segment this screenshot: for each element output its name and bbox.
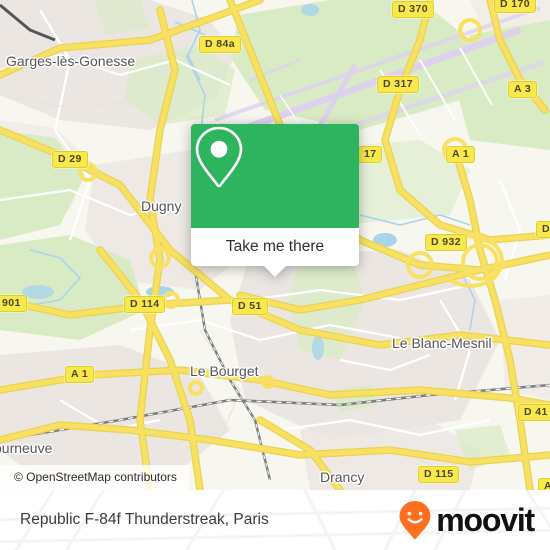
road-shield: D 41 xyxy=(518,404,550,421)
place-label: Dugny xyxy=(141,198,182,214)
place-label: Drancy xyxy=(320,469,365,485)
place-label: Le Bourget xyxy=(190,363,259,379)
road-shield: D 317 xyxy=(377,76,420,93)
road-shield: D 370 xyxy=(392,1,435,18)
road-shield: D 114 xyxy=(124,296,166,313)
road-shield: 17 xyxy=(358,146,383,163)
location-popup-card[interactable]: Take me there xyxy=(191,124,359,277)
place-label: ourneuve xyxy=(0,440,53,456)
popup-card-header xyxy=(191,124,359,228)
road-shield: D 84a xyxy=(199,36,242,53)
page-footer: Republic F-84f Thunderstreak, Paris moov… xyxy=(0,490,550,550)
place-label: Garges-lès-Gonesse xyxy=(6,53,136,69)
road-shield: D 29 xyxy=(52,151,88,168)
moovit-map-screen: Garges-lès-Gonesse Dugny Le Bourget Le B… xyxy=(0,0,550,550)
take-me-there-label: Take me there xyxy=(225,238,325,255)
moovit-pin-icon xyxy=(399,501,431,539)
road-shield: 901 xyxy=(0,295,27,312)
moovit-logo[interactable]: moovit xyxy=(398,500,535,540)
page-title: Republic F-84f Thunderstreak, Paris xyxy=(20,511,269,528)
road-shield: D 9 xyxy=(536,221,550,238)
road-shield: D 932 xyxy=(425,234,468,251)
road-shield: A 1 xyxy=(65,366,95,383)
road-shield: D 51 xyxy=(232,298,268,315)
road-shield: A 3 xyxy=(538,478,550,490)
place-label: Le Blanc-Mesnil xyxy=(392,335,492,351)
map-pin-icon xyxy=(195,126,243,188)
map-attribution[interactable]: © OpenStreetMap contributors xyxy=(0,465,189,490)
moovit-wordmark: moovit xyxy=(436,502,535,538)
road-shield: D 115 xyxy=(418,466,460,483)
map-canvas[interactable]: Garges-lès-Gonesse Dugny Le Bourget Le B… xyxy=(0,0,550,490)
road-shield: D 170 xyxy=(494,0,537,13)
road-shield: A 3 xyxy=(508,81,538,98)
popup-card-tail xyxy=(264,266,286,277)
take-me-there-button[interactable]: Take me there xyxy=(191,228,359,277)
road-shield: A 1 xyxy=(446,146,476,163)
